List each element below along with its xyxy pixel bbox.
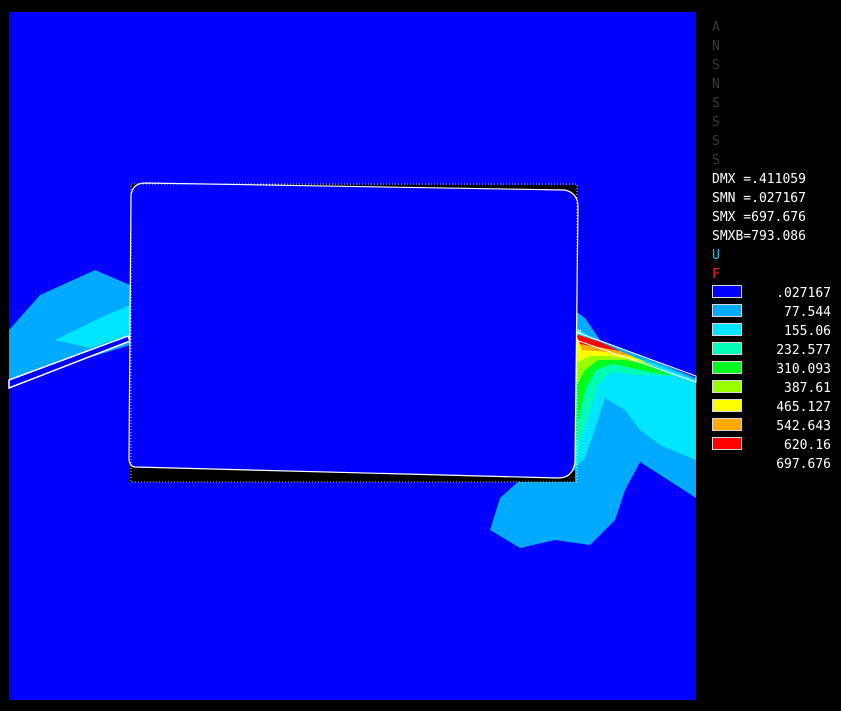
node-marker-mx: x (577, 327, 582, 336)
u-symbol-label: U (712, 248, 720, 263)
legend-value: .027167 (776, 286, 831, 301)
legend-value: 232.577 (776, 343, 831, 358)
legend-header-line: N (712, 39, 720, 54)
legend-value: 542.643 (776, 419, 831, 434)
legend-value: 465.127 (776, 400, 831, 415)
legend-row: 232.577 (712, 341, 831, 360)
f-symbol-label: F (712, 267, 720, 282)
legend-row: .027167 (712, 284, 831, 303)
legend-header-line: A (712, 20, 720, 35)
legend-header-line: S (712, 115, 720, 130)
legend-value: 77.544 (784, 305, 831, 320)
legend-row: 155.06 (712, 322, 831, 341)
legend-row: 542.643 (712, 417, 831, 436)
legend-panel: ANSNSSSS DMX =.411059 SMN =.027167 SMX =… (698, 0, 841, 711)
legend-header-line: S (712, 153, 720, 168)
legend-row: 697.676 (712, 455, 831, 474)
legend-row: 77.544 (712, 303, 831, 322)
legend-header-line: S (712, 58, 720, 73)
legend-row: 465.127 (712, 398, 831, 417)
dmx-label: DMX =.411059 (712, 172, 806, 187)
legend-value: 387.61 (784, 381, 831, 396)
legend-row: 620.16 (712, 436, 831, 455)
smxb-label: SMXB=793.086 (712, 229, 806, 244)
legend-header-line: N (712, 77, 720, 92)
legend-row: 310.093 (712, 360, 831, 379)
legend-value: 310.093 (776, 362, 831, 377)
smx-label: SMX =697.676 (712, 210, 806, 225)
legend-value: 697.676 (776, 457, 831, 472)
legend-value: 155.06 (784, 324, 831, 339)
smn-label: SMN =.027167 (712, 191, 806, 206)
deformed-block (128, 182, 579, 479)
legend-row: 387.61 (712, 379, 831, 398)
legend-header-line: S (712, 96, 720, 111)
legend-header-line: S (712, 134, 720, 149)
legend-value: 620.16 (784, 438, 831, 453)
